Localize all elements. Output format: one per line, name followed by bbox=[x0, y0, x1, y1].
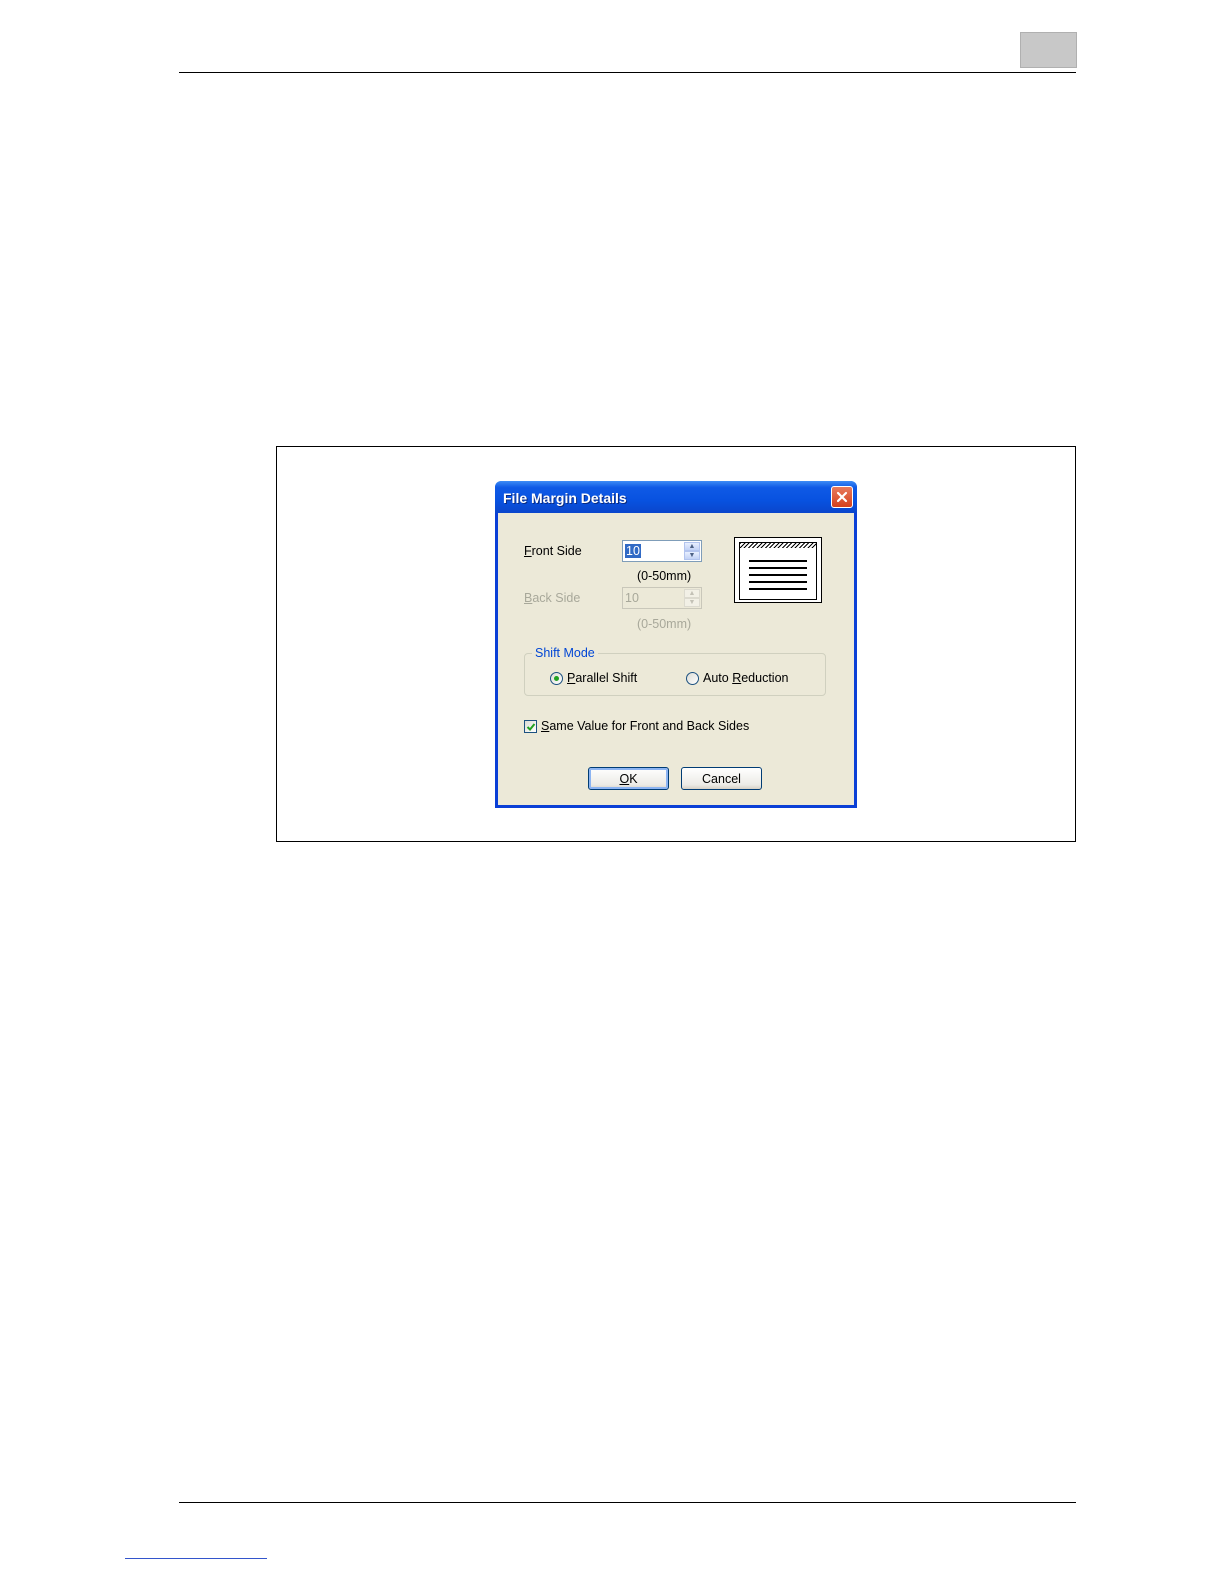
radio-selected-dot bbox=[554, 676, 559, 681]
dialog-titlebar[interactable]: File Margin Details bbox=[495, 481, 857, 513]
parallel-shift-label-text: arallel Shift bbox=[575, 671, 638, 685]
shift-mode-legend: Shift Mode bbox=[532, 646, 598, 660]
front-side-range: (0-50mm) bbox=[637, 569, 692, 583]
spin-up-icon[interactable]: ▲ bbox=[684, 542, 700, 551]
auto-reduction-radio[interactable] bbox=[686, 672, 699, 685]
auto-reduction-label-pre: Auto bbox=[703, 671, 733, 685]
header-rule bbox=[179, 72, 1076, 73]
spin-down-icon: ▼ bbox=[684, 598, 700, 607]
front-side-spin-buttons: ▲ ▼ bbox=[684, 542, 700, 560]
chapter-tab bbox=[1020, 32, 1077, 68]
auto-reduction-accel: R bbox=[732, 671, 742, 685]
check-icon bbox=[526, 722, 535, 731]
same-value-label[interactable]: Same Value for Front and Back Sides bbox=[541, 719, 749, 733]
back-side-spinbox: 10 ▲ ▼ bbox=[622, 587, 702, 609]
front-side-label: Front Side bbox=[524, 544, 582, 558]
margin-hatch bbox=[740, 543, 816, 548]
ok-accel: O bbox=[619, 771, 630, 786]
spin-up-icon: ▲ bbox=[684, 589, 700, 598]
dialog-title: File Margin Details bbox=[503, 490, 627, 506]
close-button[interactable] bbox=[831, 486, 853, 508]
spin-down-icon[interactable]: ▼ bbox=[684, 551, 700, 560]
back-side-label-text: ack Side bbox=[532, 591, 581, 605]
footer-link-underline bbox=[125, 1558, 267, 1559]
ok-button[interactable]: OK bbox=[588, 767, 669, 790]
preview-line bbox=[749, 574, 807, 576]
front-side-spinbox[interactable]: 10 ▲ ▼ bbox=[622, 540, 702, 562]
back-side-range: (0-50mm) bbox=[637, 617, 692, 631]
front-side-value[interactable]: 10 bbox=[625, 544, 641, 558]
cancel-button[interactable]: Cancel bbox=[681, 767, 762, 790]
front-side-label-text: ront Side bbox=[531, 544, 582, 558]
dialog-client-area: Front Side 10 ▲ ▼ (0-50mm) Back Side 10 … bbox=[498, 513, 854, 805]
parallel-shift-radio[interactable] bbox=[550, 672, 563, 685]
auto-reduction-label-text: eduction bbox=[741, 671, 789, 685]
back-side-spin-buttons: ▲ ▼ bbox=[684, 589, 700, 607]
back-side-label: Back Side bbox=[524, 591, 580, 605]
same-value-label-text: ame Value for Front and Back Sides bbox=[549, 719, 750, 733]
preview-line bbox=[749, 581, 807, 583]
auto-reduction-label[interactable]: Auto Reduction bbox=[703, 671, 788, 685]
page-preview-icon bbox=[734, 537, 822, 603]
parallel-shift-label[interactable]: Parallel Shift bbox=[567, 671, 637, 685]
file-margin-details-dialog: File Margin Details Front Side 10 ▲ ▼ (0… bbox=[495, 481, 857, 808]
front-side-accel: F bbox=[524, 544, 532, 558]
same-value-checkbox[interactable] bbox=[524, 720, 537, 733]
preview-line bbox=[749, 560, 807, 562]
page-preview-sheet bbox=[739, 542, 817, 600]
preview-line bbox=[749, 567, 807, 569]
ok-label-text: K bbox=[629, 771, 638, 786]
footer-rule bbox=[179, 1502, 1076, 1503]
close-icon bbox=[836, 491, 848, 503]
back-side-value: 10 bbox=[625, 591, 639, 605]
preview-line bbox=[749, 588, 807, 590]
